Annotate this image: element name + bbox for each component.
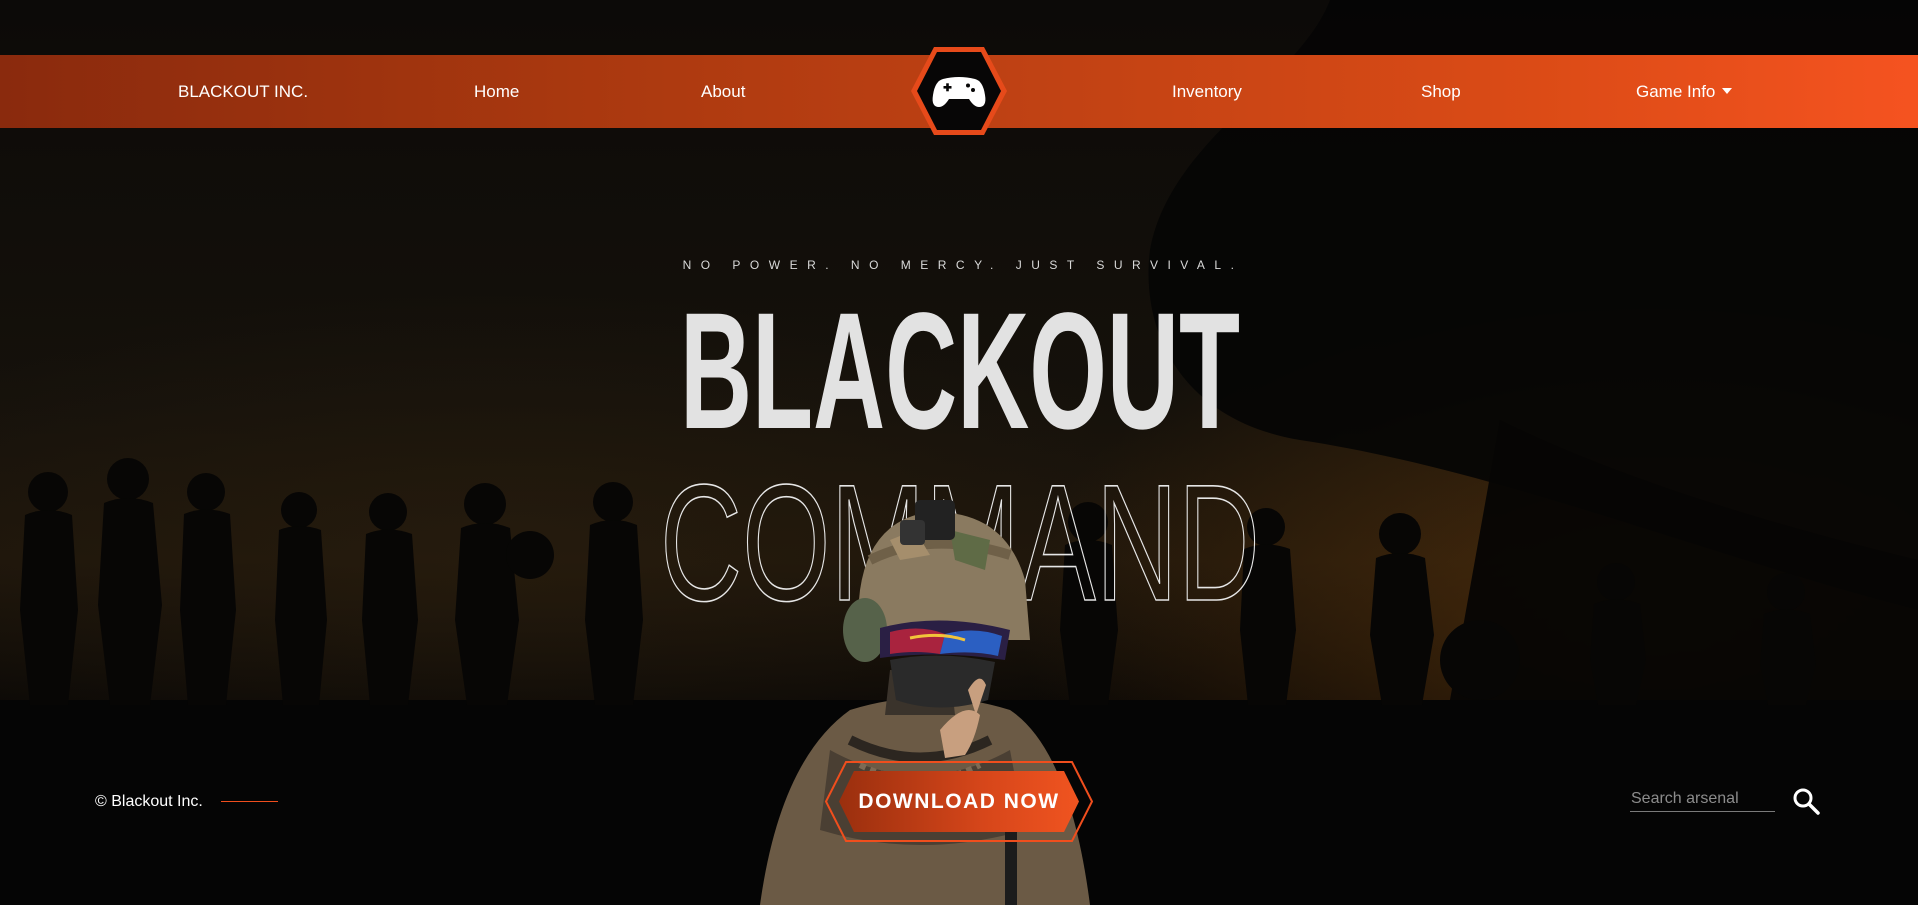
copyright-divider — [221, 801, 278, 802]
copyright-text: © Blackout Inc. — [95, 793, 203, 810]
title-line-blackout: BLACKOUT — [680, 280, 1240, 464]
caret-down-icon — [1722, 87, 1733, 94]
logo-gamepad-button[interactable] — [909, 45, 1009, 137]
search-box — [1630, 786, 1775, 812]
hero-stage: BLACKOUT INC. Home About Inventory Shop … — [0, 0, 1918, 905]
nav-brand-link[interactable]: BLACKOUT INC. — [178, 55, 308, 128]
download-now-button[interactable] — [824, 760, 1094, 843]
nav-item-about[interactable]: About — [701, 55, 745, 128]
search-input[interactable] — [1630, 786, 1775, 812]
nav-item-shop[interactable]: Shop — [1421, 55, 1461, 128]
nav-item-game-info[interactable]: Game Info — [1636, 55, 1733, 128]
nav-item-home[interactable]: Home — [474, 55, 519, 128]
hero-tagline: NO POWER. NO MERCY. JUST SURVIVAL. — [682, 258, 1244, 272]
nav-item-inventory[interactable]: Inventory — [1172, 55, 1242, 128]
soldier-figure — [760, 500, 1090, 905]
search-icon[interactable] — [1792, 787, 1820, 815]
nav-item-game-info-label: Game Info — [1636, 82, 1716, 101]
